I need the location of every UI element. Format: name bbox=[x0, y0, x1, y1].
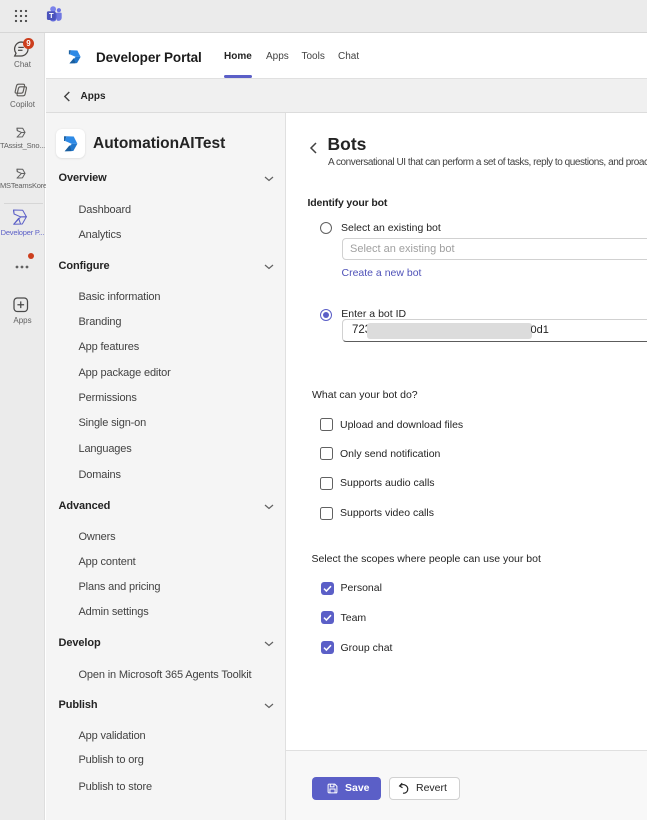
svg-text:T: T bbox=[49, 11, 54, 20]
